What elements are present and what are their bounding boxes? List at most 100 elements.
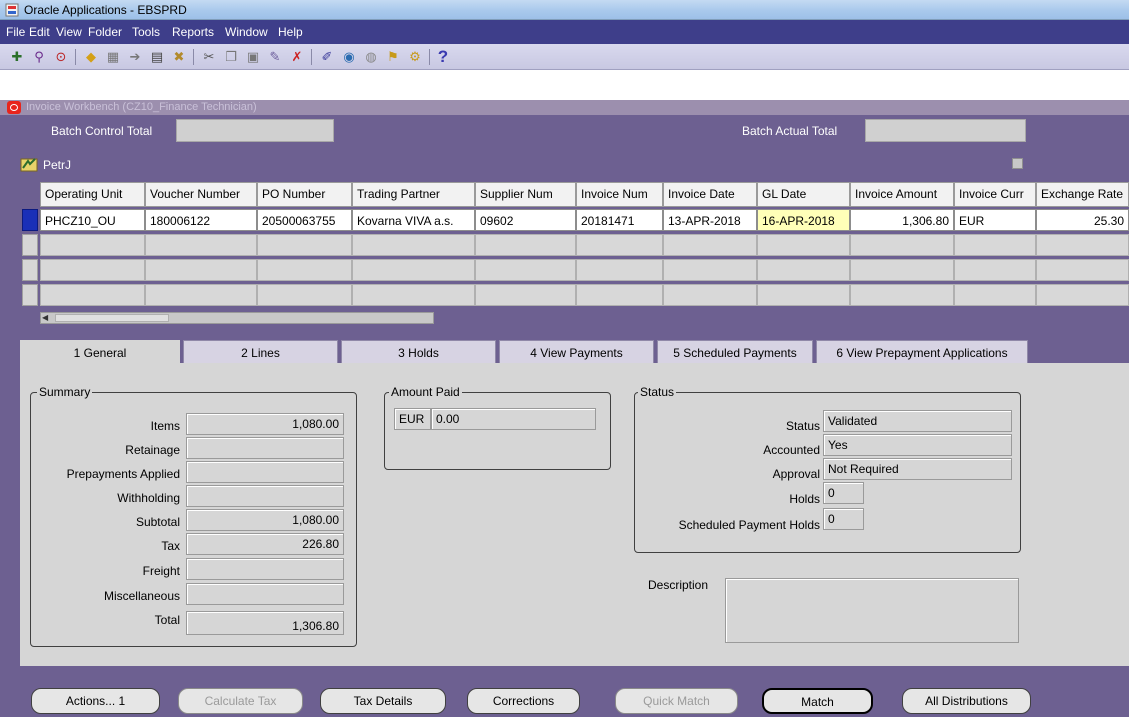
empty-cell[interactable]	[663, 284, 757, 306]
column-header-exchange-rate[interactable]: Exchange Rate	[1036, 182, 1129, 207]
folder-checkbox[interactable]	[1012, 158, 1023, 169]
empty-cell[interactable]	[257, 234, 352, 256]
column-header-po-number[interactable]: PO Number	[257, 182, 352, 207]
cell-invoice-num[interactable]: 20181471	[576, 209, 663, 231]
empty-cell[interactable]	[850, 259, 954, 281]
new-record-icon[interactable]: ✚	[8, 48, 26, 66]
empty-cell[interactable]	[257, 284, 352, 306]
calculate-tax-button[interactable]: Calculate Tax	[178, 688, 303, 714]
folder-icon[interactable]	[20, 156, 38, 172]
tab-lines[interactable]: 2 Lines	[183, 340, 338, 364]
cell-supplier-num[interactable]: 09602	[475, 209, 576, 231]
menu-help[interactable]: Help	[278, 25, 303, 39]
empty-cell[interactable]	[1036, 259, 1129, 281]
description-field[interactable]	[725, 578, 1019, 643]
empty-cell[interactable]	[954, 259, 1036, 281]
empty-cell[interactable]	[757, 284, 850, 306]
empty-cell[interactable]	[576, 284, 663, 306]
empty-cell[interactable]	[40, 284, 145, 306]
empty-cell[interactable]	[475, 259, 576, 281]
column-header-operating-unit[interactable]: Operating Unit	[40, 182, 145, 207]
empty-cell[interactable]	[663, 259, 757, 281]
empty-cell[interactable]	[40, 259, 145, 281]
scroll-left-arrow-icon[interactable]: ◀	[42, 314, 52, 322]
subtotal-field[interactable]: 1,080.00	[186, 509, 344, 531]
menu-window[interactable]: Window	[225, 25, 268, 39]
menu-tools[interactable]: Tools	[132, 25, 160, 39]
cell-voucher-number[interactable]: 180006122	[145, 209, 257, 231]
tax-details-button[interactable]: Tax Details	[320, 688, 446, 714]
cell-invoice-date[interactable]: 13-APR-2018	[663, 209, 757, 231]
tab-view-payments[interactable]: 4 View Payments	[499, 340, 654, 364]
empty-cell[interactable]	[40, 234, 145, 256]
column-header-gl-date[interactable]: GL Date	[757, 182, 850, 207]
match-button[interactable]: Match	[762, 688, 873, 714]
quick-match-button[interactable]: Quick Match	[615, 688, 738, 714]
column-header-invoice-date[interactable]: Invoice Date	[663, 182, 757, 207]
print-icon[interactable]: ▤	[148, 48, 166, 66]
tax-field[interactable]: 226.80	[186, 533, 344, 555]
prepayments-applied-field[interactable]	[186, 461, 344, 483]
translations-icon[interactable]: ◍	[362, 48, 380, 66]
tab-scheduled-payments[interactable]: 5 Scheduled Payments	[657, 340, 813, 364]
tab-view-prepayment-applications[interactable]: 6 View Prepayment Applications	[816, 340, 1028, 364]
row-selector[interactable]	[22, 259, 38, 281]
row-selector[interactable]	[22, 234, 38, 256]
corrections-button[interactable]: Corrections	[467, 688, 580, 714]
cell-invoice-amount[interactable]: 1,306.80	[850, 209, 954, 231]
row-selector[interactable]	[22, 209, 38, 231]
empty-cell[interactable]	[757, 259, 850, 281]
empty-cell[interactable]	[663, 234, 757, 256]
delete-record-icon[interactable]: ✗	[288, 48, 306, 66]
cell-po-number[interactable]: 20500063755	[257, 209, 352, 231]
empty-cell[interactable]	[1036, 234, 1129, 256]
status-field[interactable]: Validated	[823, 410, 1012, 432]
holds-field[interactable]: 0	[823, 482, 864, 504]
attachments-icon[interactable]: ⚑	[384, 48, 402, 66]
open-folder-icon[interactable]: ◆	[82, 48, 100, 66]
cut-icon[interactable]: ✂	[200, 48, 218, 66]
batch-control-total-field[interactable]	[176, 119, 334, 142]
empty-cell[interactable]	[475, 284, 576, 306]
column-header-trading-partner[interactable]: Trading Partner	[352, 182, 475, 207]
scrollbar-thumb[interactable]	[55, 314, 169, 322]
copy-icon[interactable]: ❐	[222, 48, 240, 66]
column-header-invoice-curr[interactable]: Invoice Curr	[954, 182, 1036, 207]
withholding-field[interactable]	[186, 485, 344, 507]
scheduled-payment-holds-field[interactable]: 0	[823, 508, 864, 530]
total-field[interactable]: 1,306.80	[186, 611, 344, 635]
cell-invoice-curr[interactable]: EUR	[954, 209, 1036, 231]
menu-folder[interactable]: Folder	[88, 25, 122, 39]
empty-cell[interactable]	[850, 234, 954, 256]
freight-field[interactable]	[186, 558, 344, 580]
next-step-icon[interactable]: ➔	[126, 48, 144, 66]
empty-cell[interactable]	[352, 284, 475, 306]
folder-tools-icon[interactable]: ⚙	[406, 48, 424, 66]
empty-cell[interactable]	[576, 234, 663, 256]
save-icon[interactable]: ▦	[104, 48, 122, 66]
batch-actual-total-field[interactable]	[865, 119, 1026, 142]
clear-record-icon[interactable]: ✎	[266, 48, 284, 66]
cell-gl-date[interactable]: 16-APR-2018	[757, 209, 850, 231]
empty-cell[interactable]	[1036, 284, 1129, 306]
empty-cell[interactable]	[352, 234, 475, 256]
column-header-supplier-num[interactable]: Supplier Num	[475, 182, 576, 207]
all-distributions-button[interactable]: All Distributions	[902, 688, 1031, 714]
amount-paid-currency-field[interactable]: EUR	[394, 408, 431, 430]
paste-icon[interactable]: ▣	[244, 48, 262, 66]
menu-file[interactable]: File	[6, 25, 25, 39]
empty-cell[interactable]	[352, 259, 475, 281]
empty-cell[interactable]	[576, 259, 663, 281]
horizontal-scrollbar[interactable]: ◀	[40, 312, 434, 324]
amount-paid-field[interactable]: 0.00	[431, 408, 596, 430]
menu-view[interactable]: View	[56, 25, 82, 39]
accounted-field[interactable]: Yes	[823, 434, 1012, 456]
column-header-voucher-number[interactable]: Voucher Number	[145, 182, 257, 207]
row-selector[interactable]	[22, 284, 38, 306]
navigator-icon[interactable]: ⊙	[52, 48, 70, 66]
close-form-icon[interactable]: ✖	[170, 48, 188, 66]
cell-operating-unit[interactable]: PHCZ10_OU	[40, 209, 145, 231]
edit-field-icon[interactable]: ✐	[318, 48, 336, 66]
miscellaneous-field[interactable]	[186, 583, 344, 605]
help-icon[interactable]: ?	[434, 48, 452, 66]
